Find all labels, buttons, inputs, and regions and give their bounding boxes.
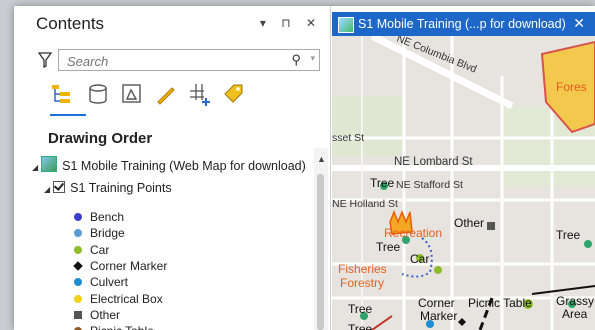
legend-item[interactable]: Bench: [74, 210, 124, 224]
legend-item[interactable]: Corner Marker: [73, 258, 168, 273]
legend-item[interactable]: Culvert: [74, 275, 128, 289]
snapping-icon[interactable]: [188, 82, 212, 106]
drawing-order-icon[interactable]: [50, 82, 74, 106]
street-label: sset St: [332, 132, 365, 144]
layer-visibility-checkbox[interactable]: [53, 181, 66, 193]
street-label: NE Lombard St: [394, 156, 473, 168]
search-box[interactable]: ⚲ ▾: [58, 49, 320, 71]
point-label: Tree: [376, 240, 401, 254]
point-label: Corner: [418, 296, 455, 310]
polygon-label: Grassy: [556, 294, 595, 308]
contents-pane: Contents ▾ ⊓ ✕ ⚲ ▾ Drawing Order ◢ S1 Mob…: [14, 6, 331, 330]
legend-label: Picnic Table: [90, 324, 154, 330]
legend-label: Car: [90, 242, 110, 257]
tree-point: [584, 240, 592, 248]
data-source-icon[interactable]: [86, 82, 110, 106]
labeling-icon[interactable]: [222, 82, 246, 106]
legend-symbol-icon: [74, 229, 82, 238]
map-tab-title: S1 Mobile Training (...p for download): [358, 17, 566, 31]
legend-item[interactable]: Bridge: [74, 226, 125, 240]
polygon-label: Recreation: [384, 226, 443, 240]
contents-scrollbar[interactable]: ▲: [314, 148, 328, 330]
map-name: S1 Mobile Training (Web Map for download…: [62, 159, 306, 173]
drawing-order-heading: Drawing Order: [48, 130, 153, 147]
legend-label: Other: [90, 307, 121, 322]
point-label: Marker: [420, 309, 458, 323]
scroll-up-icon[interactable]: ▲: [317, 154, 326, 164]
polygon-label: Area: [562, 307, 588, 321]
legend-label: Bench: [90, 210, 125, 224]
map-icon: [41, 156, 58, 172]
close-icon[interactable]: ✕: [573, 15, 585, 32]
street-label: NE Holland St: [332, 198, 398, 210]
point-label: Other: [454, 216, 485, 230]
search-input[interactable]: [65, 51, 269, 71]
map-tab[interactable]: S1 Mobile Training (...p for download) ✕: [332, 12, 595, 36]
app-window: Contents ▾ ⊓ ✕ ⚲ ▾ Drawing Order ◢ S1 Mob…: [14, 6, 595, 330]
point-label: Car: [410, 252, 430, 266]
car-point: [434, 266, 442, 274]
map-tree-item[interactable]: ◢ S1 Mobile Training (Web Map for downloa…: [32, 156, 306, 173]
legend-item[interactable]: Picnic Table: [74, 324, 154, 330]
editing-icon[interactable]: [154, 82, 178, 106]
point-label: Tree: [348, 302, 373, 316]
legend-label: Bridge: [90, 226, 125, 241]
point-label: Tree: [348, 322, 373, 330]
legend-symbol-icon: [74, 213, 82, 221]
scrollbar-thumb[interactable]: [317, 174, 324, 330]
legend-label: Culvert: [90, 275, 129, 290]
point-label: Picnic Table: [468, 296, 532, 310]
contents-toolbar: [50, 82, 250, 114]
search-dropdown-icon[interactable]: ▾: [310, 53, 315, 64]
legend-label: Electrical Box: [90, 291, 163, 306]
polygon-label: Forestry: [340, 276, 385, 290]
polygon-label: Fisheries: [338, 262, 387, 276]
contents-header: Contents ▾ ⊓ ✕: [14, 6, 330, 40]
map-view[interactable]: NE Columbia Blvd Fores sset St NE Lombar…: [332, 36, 595, 330]
legend-item[interactable]: Car: [74, 243, 109, 257]
legend-symbol-icon: [74, 278, 82, 287]
point-label: Tree: [370, 176, 395, 190]
street-label: NE Stafford St: [396, 179, 463, 191]
legend-symbol-icon: [74, 294, 82, 303]
point-label: Tree: [556, 228, 581, 242]
legend-symbol-icon: [74, 310, 82, 319]
active-tab-indicator: [50, 114, 86, 116]
collapse-triangle-icon[interactable]: ◢: [44, 185, 50, 194]
filter-icon[interactable]: [38, 52, 52, 68]
layer-tree-item[interactable]: ◢ S1 Training Points: [44, 181, 172, 195]
collapse-triangle-icon[interactable]: ◢: [32, 163, 38, 172]
legend-symbol-icon: [74, 245, 82, 254]
map-icon: [338, 17, 354, 33]
legend-symbol-icon: [73, 261, 83, 271]
pane-controls[interactable]: ▾ ⊓ ✕: [260, 16, 322, 30]
search-icon[interactable]: ⚲: [291, 52, 301, 68]
other-point: [487, 222, 495, 230]
contents-title: Contents: [36, 14, 105, 33]
layer-name: S1 Training Points: [70, 181, 172, 195]
polygon-label: Fores: [556, 80, 587, 94]
legend-item[interactable]: Other: [74, 308, 120, 322]
legend-item[interactable]: Electrical Box: [74, 292, 163, 306]
legend-label: Corner Marker: [90, 258, 168, 273]
selection-icon[interactable]: [120, 82, 144, 106]
